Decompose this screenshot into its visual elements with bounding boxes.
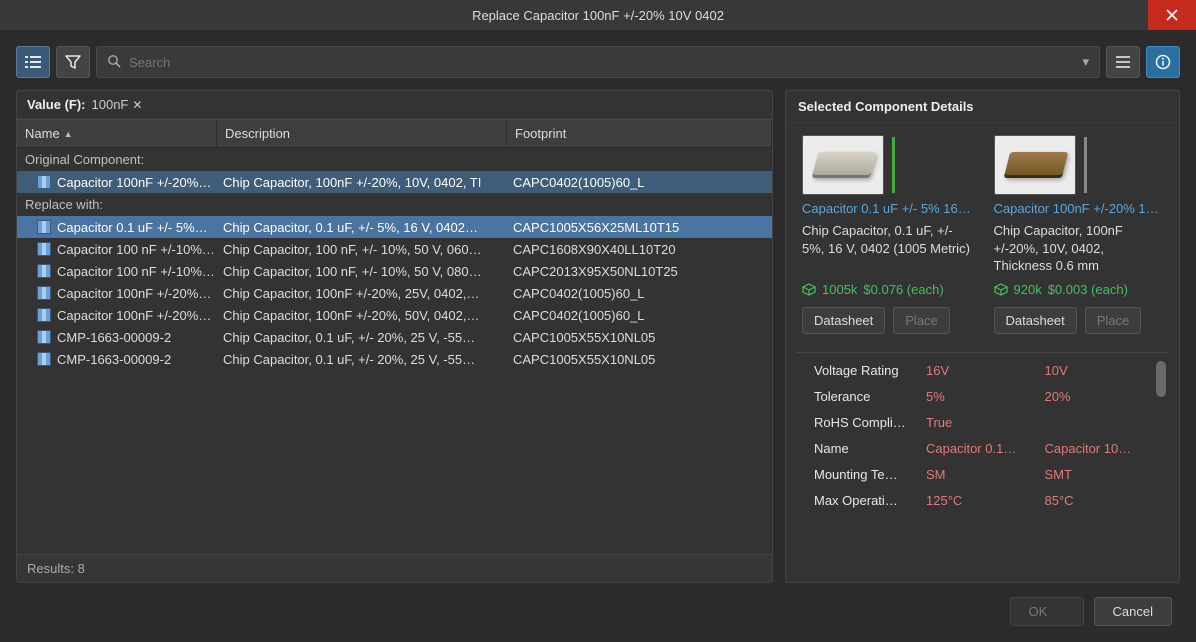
scrollbar[interactable] [1155,357,1167,568]
details-title: Selected Component Details [786,91,1179,123]
bom-status-stripe [892,137,895,193]
results-panel: Value (F): 100nF ✕ Name▲ Description Foo… [16,90,773,583]
datasheet-button[interactable]: Datasheet [802,307,885,334]
group-original: Original Component: [17,148,772,171]
capacitor-icon [37,352,51,366]
capacitor-icon [37,242,51,256]
datasheet-button[interactable]: Datasheet [994,307,1077,334]
group-replace: Replace with: [17,193,772,216]
table-row[interactable]: Capacitor 100nF +/-20%… Chip Capacitor, … [17,304,772,326]
filter-key: Value (F): [27,97,86,112]
component-name-link[interactable]: Capacitor 100nF +/-20% 1… [994,201,1164,216]
component-thumbnail [994,135,1076,195]
table-row[interactable]: Capacitor 100nF +/-20%… Chip Capacitor, … [17,282,772,304]
place-button: Place [1085,307,1142,334]
filter-clear-icon[interactable]: ✕ [132,98,142,112]
capacitor-icon [37,220,51,234]
component-description: Chip Capacitor, 100nF +/-20%, 10V, 0402,… [994,222,1164,276]
column-description[interactable]: Description [217,120,507,147]
scrollbar-thumb[interactable] [1156,361,1166,397]
search-input[interactable] [129,55,1074,70]
search-icon [107,54,121,71]
column-headers: Name▲ Description Footprint [17,119,772,148]
search-field[interactable]: ▾ [96,46,1100,78]
list-view-button[interactable] [16,46,50,78]
active-filter-chip: Value (F): 100nF ✕ [17,91,772,119]
column-footprint[interactable]: Footprint [507,120,772,147]
titlebar: Replace Capacitor 100nF +/-20% 10V 0402 [0,0,1196,30]
table-row[interactable]: Capacitor 100 nF +/-10%… Chip Capacitor,… [17,260,772,282]
bom-status-stripe [1084,137,1087,193]
filter-value: 100nF [92,97,129,112]
table-row[interactable]: CMP-1663-00009-2 Chip Capacitor, 0.1 uF,… [17,326,772,348]
original-component-card: Capacitor 100nF +/-20% 1… Chip Capacitor… [994,135,1164,334]
ok-button: OK [1010,597,1084,626]
stock-line: 1005k $0.076 (each) [802,282,972,297]
search-dropdown-caret[interactable]: ▾ [1082,54,1089,70]
table-row[interactable]: Capacitor 100nF +/-20%… Chip Capacitor, … [17,171,772,193]
panel-toggle-button[interactable] [1106,46,1140,78]
component-name-link[interactable]: Capacitor 0.1 uF +/- 5% 16… [802,201,972,216]
capacitor-icon [37,175,51,189]
table-row[interactable]: CMP-1663-00009-2 Chip Capacitor, 0.1 uF,… [17,348,772,370]
selected-component-card: Capacitor 0.1 uF +/- 5% 16… Chip Capacit… [802,135,972,334]
capacitor-icon [37,286,51,300]
capacitor-icon [37,308,51,322]
component-description: Chip Capacitor, 0.1 uF, +/- 5%, 16 V, 04… [802,222,972,276]
dialog-footer: OK Cancel [16,583,1180,626]
results-count: Results: 8 [17,554,772,582]
details-panel: Selected Component Details Capacitor 0.1… [785,90,1180,583]
property-compare-grid: Voltage Rating16V10V Tolerance5%20% RoHS… [796,352,1169,572]
results-grid: Original Component: Capacitor 100nF +/-2… [17,148,772,554]
table-row[interactable]: Capacitor 100 nF +/-10%… Chip Capacitor,… [17,238,772,260]
toolbar: ▾ [16,46,1180,78]
info-button[interactable] [1146,46,1180,78]
window-title: Replace Capacitor 100nF +/-20% 10V 0402 [472,8,724,23]
column-name[interactable]: Name▲ [17,120,217,147]
stock-line: 920k $0.003 (each) [994,282,1164,297]
component-thumbnail [802,135,884,195]
table-row[interactable]: Capacitor 0.1 uF +/- 5%… Chip Capacitor,… [17,216,772,238]
capacitor-icon [37,330,51,344]
filter-button[interactable] [56,46,90,78]
window-close-button[interactable] [1148,0,1196,30]
capacitor-icon [37,264,51,278]
sort-asc-icon: ▲ [64,129,73,139]
cancel-button[interactable]: Cancel [1094,597,1172,626]
place-button: Place [893,307,950,334]
